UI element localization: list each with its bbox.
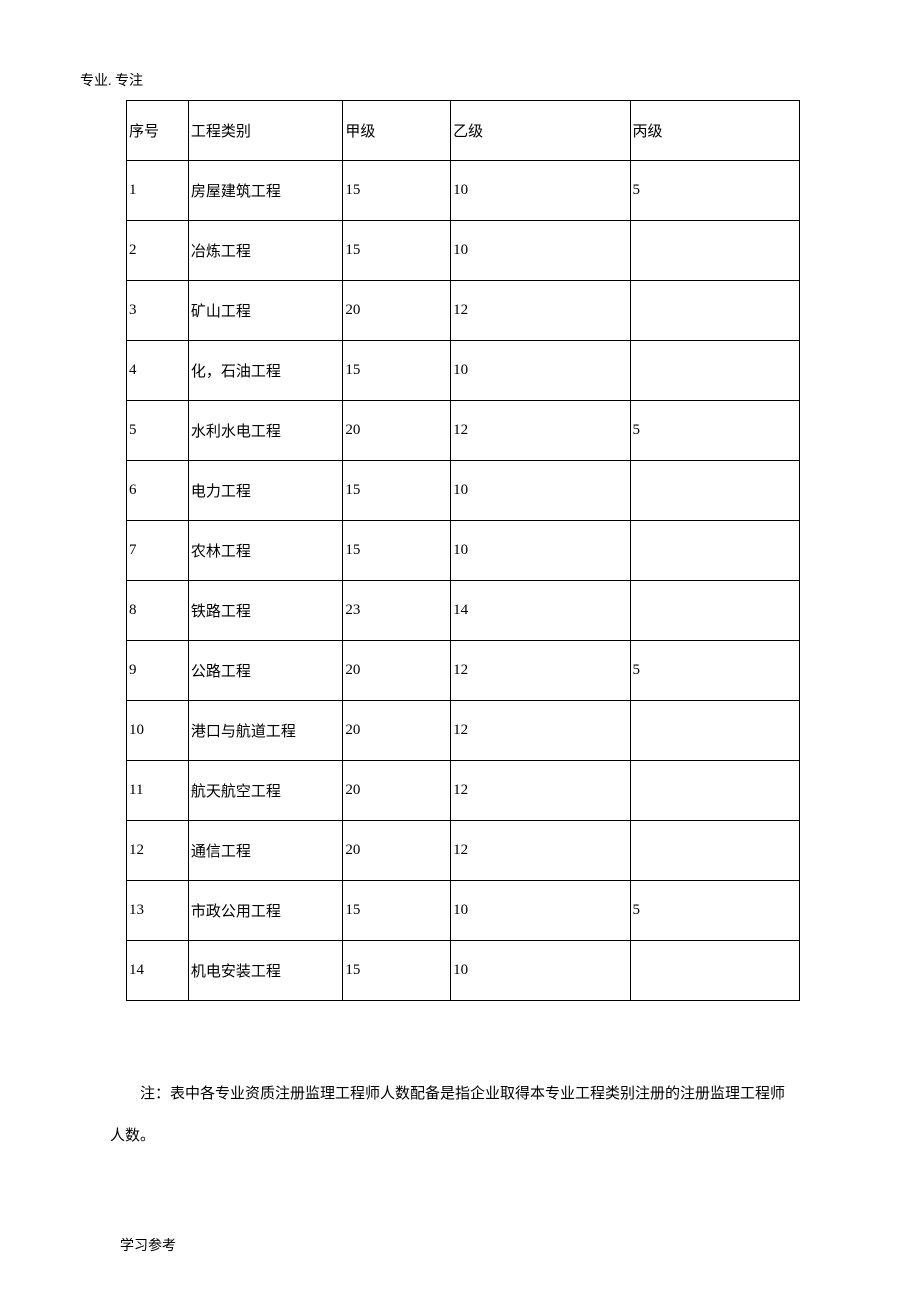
cell-category: 港口与航道工程	[188, 701, 343, 761]
cell-level-a: 15	[343, 461, 451, 521]
cell-index: 13	[127, 881, 189, 941]
cell-index: 5	[127, 401, 189, 461]
cell-level-b: 10	[451, 941, 630, 1001]
cell-level-b: 10	[451, 221, 630, 281]
cell-category: 公路工程	[188, 641, 343, 701]
cell-level-c	[630, 701, 800, 761]
cell-level-a: 20	[343, 401, 451, 461]
cell-level-c	[630, 761, 800, 821]
cell-level-b: 10	[451, 341, 630, 401]
cell-category: 机电安装工程	[188, 941, 343, 1001]
cell-level-a: 23	[343, 581, 451, 641]
cell-level-b: 12	[451, 281, 630, 341]
cell-level-a: 20	[343, 281, 451, 341]
cell-level-b: 12	[451, 821, 630, 881]
cell-level-a: 15	[343, 161, 451, 221]
cell-level-c	[630, 821, 800, 881]
cell-category: 航天航空工程	[188, 761, 343, 821]
cell-level-b: 12	[451, 761, 630, 821]
cell-level-c	[630, 581, 800, 641]
cell-index: 4	[127, 341, 189, 401]
engineering-table: 序号 工程类别 甲级 乙级 丙级 1 房屋建筑工程 15 10 5 2 冶炼工程…	[126, 100, 800, 1001]
table-row: 3 矿山工程 20 12	[127, 281, 800, 341]
table-row: 9 公路工程 20 12 5	[127, 641, 800, 701]
header-index: 序号	[127, 101, 189, 161]
cell-level-c	[630, 461, 800, 521]
cell-index: 14	[127, 941, 189, 1001]
cell-index: 2	[127, 221, 189, 281]
page-footer: 学习参考	[120, 1235, 176, 1255]
cell-level-b: 12	[451, 641, 630, 701]
cell-category: 农林工程	[188, 521, 343, 581]
cell-level-a: 15	[343, 521, 451, 581]
cell-level-c: 5	[630, 161, 800, 221]
cell-index: 3	[127, 281, 189, 341]
cell-level-a: 20	[343, 701, 451, 761]
cell-level-a: 15	[343, 941, 451, 1001]
note-line1: 注：表中各专业资质注册监理工程师人数配备是指企业取得本专业工程类别注册的注册监理…	[140, 1086, 785, 1102]
cell-index: 7	[127, 521, 189, 581]
table-row: 4 化，石油工程 15 10	[127, 341, 800, 401]
table-row: 1 房屋建筑工程 15 10 5	[127, 161, 800, 221]
cell-index: 9	[127, 641, 189, 701]
header-level-b: 乙级	[451, 101, 630, 161]
page-header: 专业. 专注	[80, 70, 840, 90]
table-row: 14 机电安装工程 15 10	[127, 941, 800, 1001]
cell-level-b: 10	[451, 881, 630, 941]
cell-level-a: 15	[343, 221, 451, 281]
cell-level-a: 15	[343, 341, 451, 401]
cell-category: 化，石油工程	[188, 341, 343, 401]
cell-level-b: 12	[451, 701, 630, 761]
note-line2: 人数。	[110, 1128, 155, 1144]
cell-level-a: 20	[343, 761, 451, 821]
cell-level-c	[630, 341, 800, 401]
cell-level-c: 5	[630, 881, 800, 941]
table-row: 13 市政公用工程 15 10 5	[127, 881, 800, 941]
cell-level-b: 10	[451, 161, 630, 221]
cell-level-c	[630, 941, 800, 1001]
header-level-a: 甲级	[343, 101, 451, 161]
cell-level-b: 12	[451, 401, 630, 461]
note-paragraph: 注：表中各专业资质注册监理工程师人数配备是指企业取得本专业工程类别注册的注册监理…	[110, 1073, 840, 1157]
cell-level-a: 15	[343, 881, 451, 941]
table-row: 7 农林工程 15 10	[127, 521, 800, 581]
cell-index: 12	[127, 821, 189, 881]
cell-level-c: 5	[630, 641, 800, 701]
cell-level-a: 20	[343, 821, 451, 881]
cell-level-a: 20	[343, 641, 451, 701]
cell-index: 6	[127, 461, 189, 521]
table-header-row: 序号 工程类别 甲级 乙级 丙级	[127, 101, 800, 161]
cell-index: 11	[127, 761, 189, 821]
cell-level-c	[630, 281, 800, 341]
table-row: 8 铁路工程 23 14	[127, 581, 800, 641]
cell-level-c: 5	[630, 401, 800, 461]
table-row: 11 航天航空工程 20 12	[127, 761, 800, 821]
cell-category: 水利水电工程	[188, 401, 343, 461]
table-row: 2 冶炼工程 15 10	[127, 221, 800, 281]
header-level-c: 丙级	[630, 101, 800, 161]
cell-level-b: 14	[451, 581, 630, 641]
cell-index: 8	[127, 581, 189, 641]
cell-level-c	[630, 521, 800, 581]
table-row: 10 港口与航道工程 20 12	[127, 701, 800, 761]
cell-category: 市政公用工程	[188, 881, 343, 941]
header-category: 工程类别	[188, 101, 343, 161]
cell-category: 铁路工程	[188, 581, 343, 641]
cell-category: 冶炼工程	[188, 221, 343, 281]
cell-index: 1	[127, 161, 189, 221]
cell-level-b: 10	[451, 521, 630, 581]
cell-index: 10	[127, 701, 189, 761]
table-row: 6 电力工程 15 10	[127, 461, 800, 521]
cell-level-b: 10	[451, 461, 630, 521]
cell-level-c	[630, 221, 800, 281]
table-row: 12 通信工程 20 12	[127, 821, 800, 881]
cell-category: 通信工程	[188, 821, 343, 881]
table-row: 5 水利水电工程 20 12 5	[127, 401, 800, 461]
cell-category: 电力工程	[188, 461, 343, 521]
cell-category: 房屋建筑工程	[188, 161, 343, 221]
cell-category: 矿山工程	[188, 281, 343, 341]
